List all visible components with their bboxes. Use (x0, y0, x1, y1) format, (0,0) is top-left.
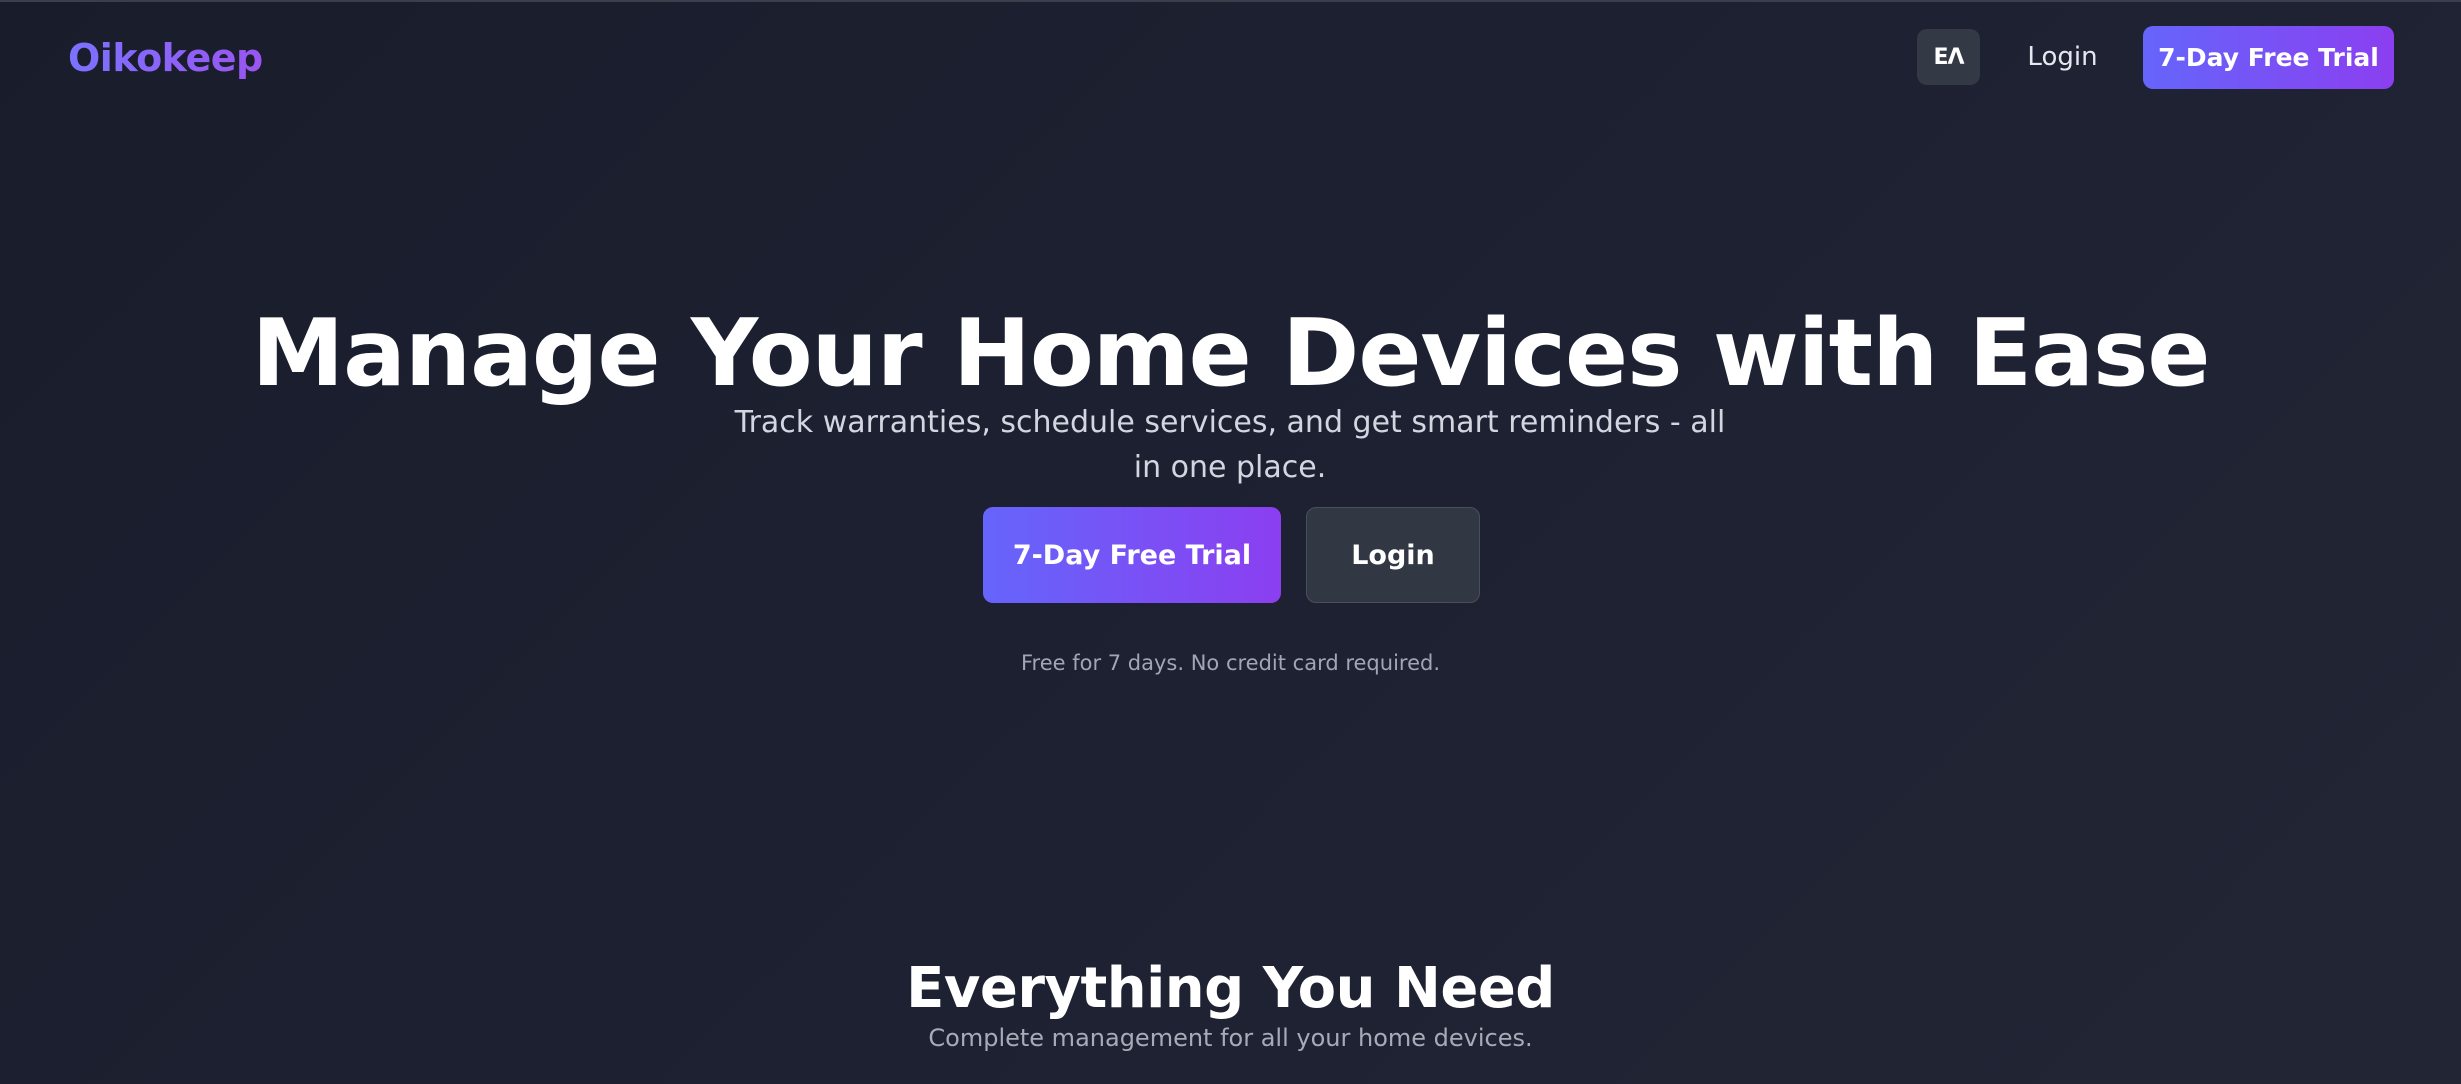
language-switch-button[interactable]: EΛ (1917, 29, 1980, 85)
features-subtitle: Complete management for all your home de… (928, 1024, 1533, 1052)
hero-title: Manage Your Home Devices with Ease (251, 299, 2211, 408)
trial-note: Free for 7 days. No credit card required… (1020, 651, 1441, 675)
hero-subtitle: Track warranties, schedule services, and… (734, 405, 1726, 485)
header-trial-button[interactable]: 7-Day Free Trial (2143, 26, 2394, 89)
top-border (0, 0, 2461, 2)
hero-trial-button[interactable]: 7-Day Free Trial (983, 507, 1281, 603)
features-title: Everything You Need (906, 956, 1555, 1022)
header-login-link[interactable]: Login (2010, 29, 2115, 85)
brand-logo[interactable]: Oikokeep (68, 32, 263, 84)
hero-login-button[interactable]: Login (1306, 507, 1480, 603)
